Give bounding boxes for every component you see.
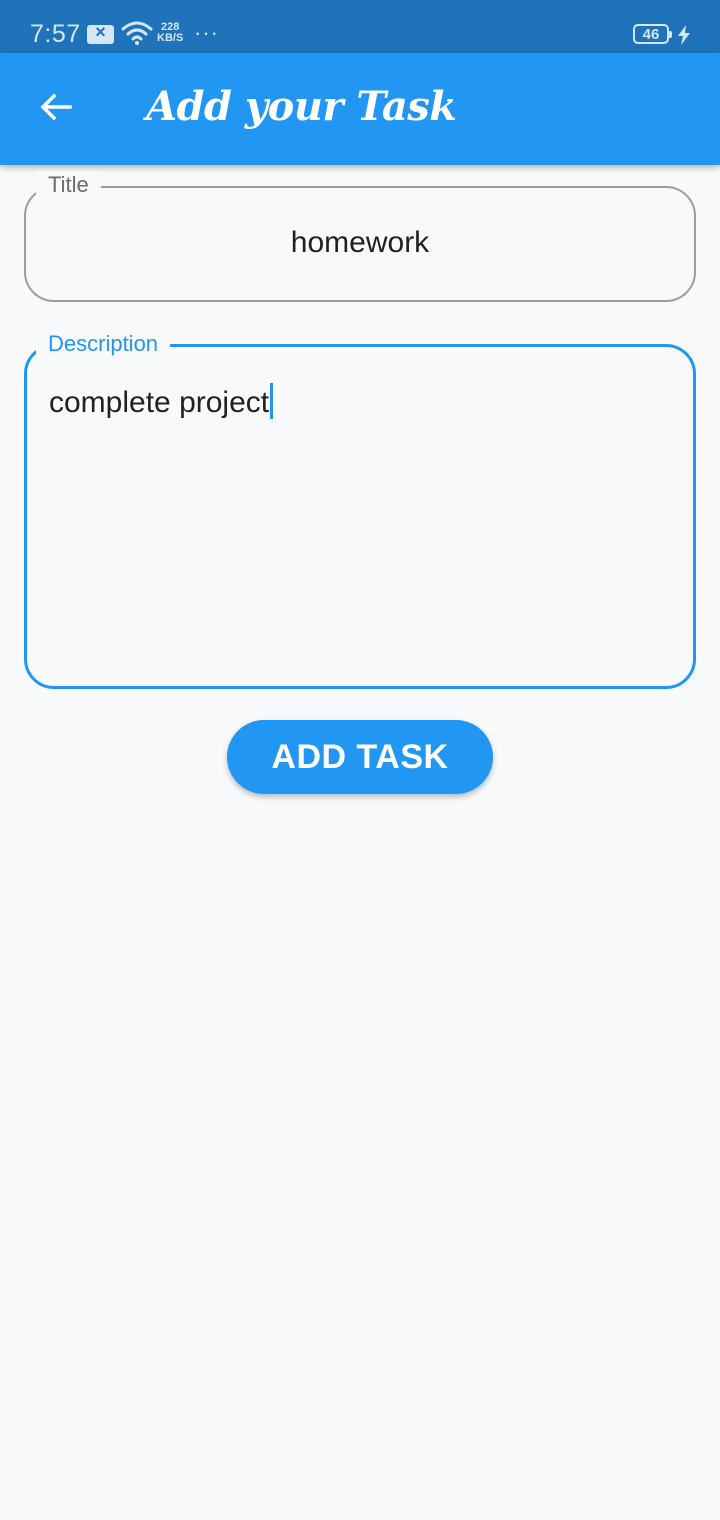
charging-icon	[677, 25, 691, 50]
page-title: Add your Task	[146, 83, 457, 130]
status-bar: 7:57 228 KB/S ··· 46	[0, 0, 720, 53]
more-notifications-icon: ···	[194, 20, 219, 45]
description-field-label: Description	[36, 330, 171, 358]
back-button[interactable]	[24, 77, 88, 141]
title-input[interactable]: homework	[26, 226, 694, 260]
text-cursor	[270, 383, 274, 419]
description-text: complete project	[49, 386, 270, 419]
network-speed: 228 KB/S	[157, 22, 183, 44]
title-field[interactable]: homework	[24, 186, 696, 302]
battery-icon: 46	[633, 24, 672, 44]
network-speed-unit: KB/S	[157, 32, 184, 44]
description-field[interactable]: complete project	[24, 344, 696, 689]
description-input[interactable]: complete project	[49, 383, 274, 420]
app-bar: Add your Task	[0, 53, 720, 165]
notification-icon	[87, 22, 114, 44]
wifi-icon	[121, 21, 153, 50]
title-field-label: Title	[36, 171, 101, 199]
status-time: 7:57	[30, 20, 81, 48]
arrow-back-icon	[38, 89, 74, 130]
add-task-button[interactable]: ADD TASK	[227, 720, 493, 794]
